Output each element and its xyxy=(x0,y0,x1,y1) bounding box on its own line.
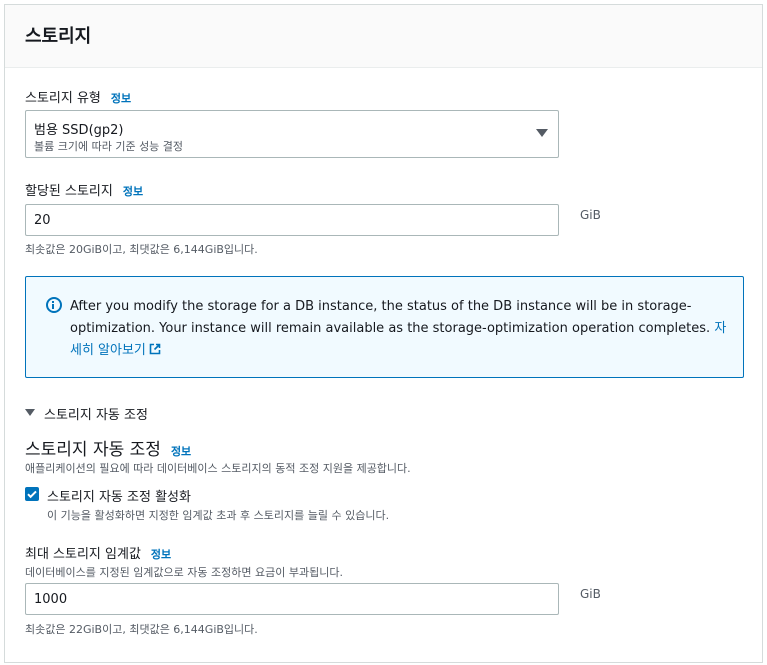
alert-text: After you modify the storage for a DB in… xyxy=(70,299,711,336)
allocated-storage-label: 할당된 스토리지 xyxy=(25,184,113,199)
storage-type-info-link[interactable]: 정보 xyxy=(111,92,131,105)
panel-header: 스토리지 xyxy=(5,5,762,68)
max-threshold-description: 데이터베이스를 지정된 임계값으로 자동 조정하면 요금이 부과됩니다. xyxy=(25,566,343,579)
autoscaling-checkbox-label[interactable]: 스토리지 자동 조정 활성화 xyxy=(47,486,191,505)
caret-down-icon xyxy=(536,129,548,137)
max-threshold-unit: GiB xyxy=(580,587,601,601)
storage-type-label: 스토리지 유형 xyxy=(25,91,101,106)
caret-down-icon xyxy=(25,409,35,416)
storage-type-label-row: 스토리지 유형 정보 xyxy=(25,87,131,106)
autoscaling-title: 스토리지 자동 조정 xyxy=(25,440,161,460)
checkmark-icon xyxy=(27,490,37,499)
autoscaling-expander-label: 스토리지 자동 조정 xyxy=(44,408,148,423)
max-threshold-label-row: 최대 스토리지 임계값 정보 xyxy=(25,543,171,562)
page-title: 스토리지 xyxy=(25,26,92,47)
autoscaling-description: 애플리케이션의 필요에 따라 데이터베이스 스토리지의 동적 조정 지원을 제공… xyxy=(25,462,411,475)
allocated-storage-unit: GiB xyxy=(580,208,601,222)
autoscaling-info-link[interactable]: 정보 xyxy=(171,445,191,458)
autoscaling-checkbox[interactable] xyxy=(25,487,39,501)
max-threshold-label: 최대 스토리지 임계값 xyxy=(25,547,141,562)
external-link-icon xyxy=(149,343,161,355)
autoscaling-checkbox-hint: 이 기능을 활성화하면 지정한 임계값 초과 후 스토리지를 늘릴 수 있습니다… xyxy=(47,509,390,522)
max-threshold-input[interactable] xyxy=(25,583,559,615)
alert-message: After you modify the storage for a DB in… xyxy=(70,296,730,362)
max-threshold-info-link[interactable]: 정보 xyxy=(151,548,171,561)
storage-type-selected-description: 볼륨 크기에 따라 기준 성능 결정 xyxy=(34,140,184,153)
allocated-storage-hint: 최솟값은 20GiB이고, 최댓값은 6,144GiB입니다. xyxy=(25,243,258,256)
autoscaling-title-row: 스토리지 자동 조정 정보 xyxy=(25,435,191,460)
max-threshold-hint: 최솟값은 22GiB이고, 최댓값은 6,144GiB입니다. xyxy=(25,623,258,636)
allocated-storage-info-link[interactable]: 정보 xyxy=(123,185,143,198)
info-icon xyxy=(46,297,62,313)
info-alert: After you modify the storage for a DB in… xyxy=(25,276,744,378)
allocated-storage-label-row: 할당된 스토리지 정보 xyxy=(25,180,143,199)
storage-type-selected-value: 범용 SSD(gp2) xyxy=(34,123,124,138)
allocated-storage-input[interactable] xyxy=(25,204,559,236)
storage-type-select[interactable]: 범용 SSD(gp2) 볼륨 크기에 따라 기준 성능 결정 xyxy=(25,110,559,158)
